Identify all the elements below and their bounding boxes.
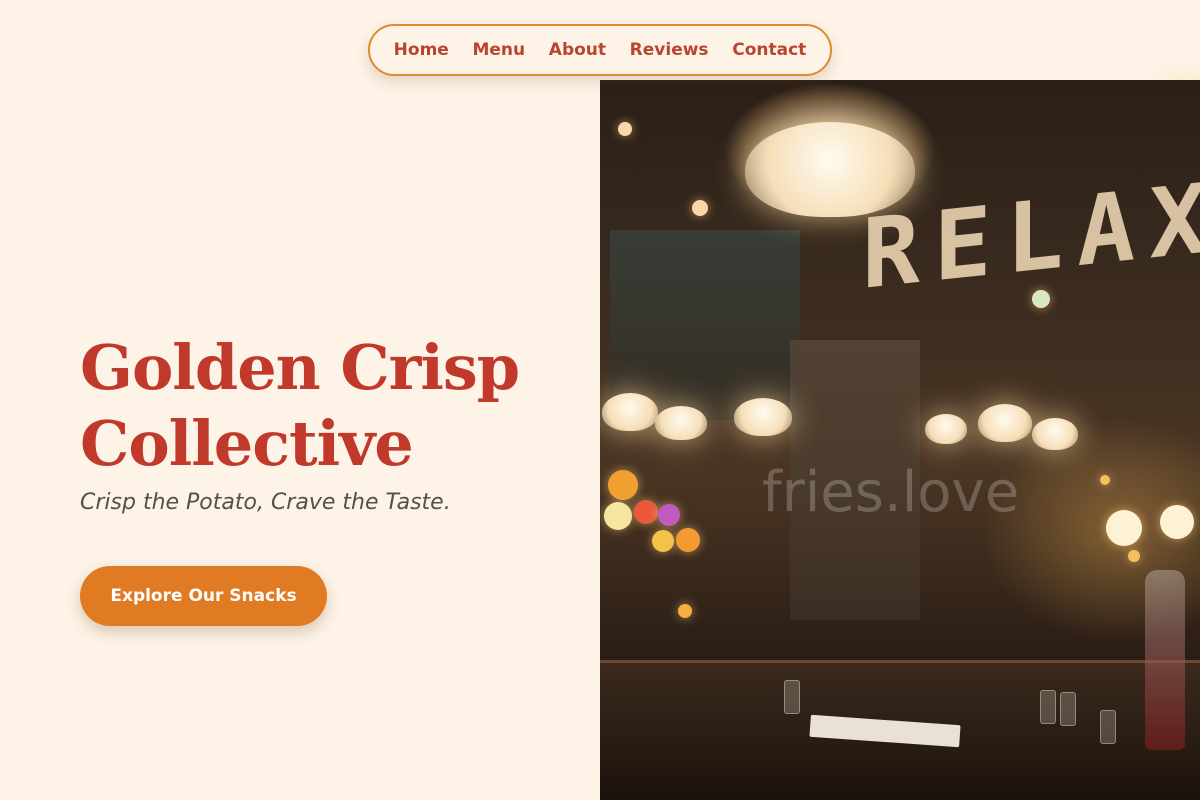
photo-window [610,230,800,420]
hero-title: Golden Crisp Collective [80,330,580,482]
pendant-lamp [734,398,792,436]
bokeh-light [676,528,700,552]
nav-home[interactable]: Home [394,40,449,60]
bokeh-light [1100,475,1110,485]
pendant-lamp [655,406,707,440]
hero-title-line1: Golden Crisp [80,331,520,404]
bokeh-light [1106,510,1142,546]
wine-bottle [1145,570,1185,750]
bokeh-light [618,122,632,136]
bokeh-light [1128,550,1140,562]
pendant-lamp [925,414,967,444]
nav-about[interactable]: About [549,40,606,60]
bokeh-light [678,604,692,618]
hero-title-line2: Collective [80,407,414,480]
pendant-lamp [978,404,1032,442]
water-glass [784,680,800,714]
water-glass [1060,692,1076,726]
pendant-lamp [1032,418,1078,450]
hero-tagline: Crisp the Potato, Crave the Taste. [80,490,451,515]
bokeh-light [608,470,638,500]
bokeh-light [1160,505,1194,539]
bokeh-light [658,504,680,526]
bokeh-light [634,500,658,524]
bokeh-light [604,502,632,530]
water-glass [1040,690,1056,724]
hero-text: Golden Crisp Collective Crisp the Potato… [80,330,580,515]
water-glass [1100,710,1116,744]
nav-menu[interactable]: Menu [472,40,525,60]
pendant-lamp [602,393,658,431]
bokeh-light [652,530,674,552]
bokeh-light [692,200,708,216]
main-nav: Home Menu About Reviews Contact [368,24,832,76]
nav-reviews[interactable]: Reviews [630,40,709,60]
watermark-text: fries.love [762,460,1020,525]
nav-contact[interactable]: Contact [732,40,806,60]
explore-snacks-button[interactable]: Explore Our Snacks [80,566,327,626]
hero-photo: RELAX fries.love [600,80,1200,800]
